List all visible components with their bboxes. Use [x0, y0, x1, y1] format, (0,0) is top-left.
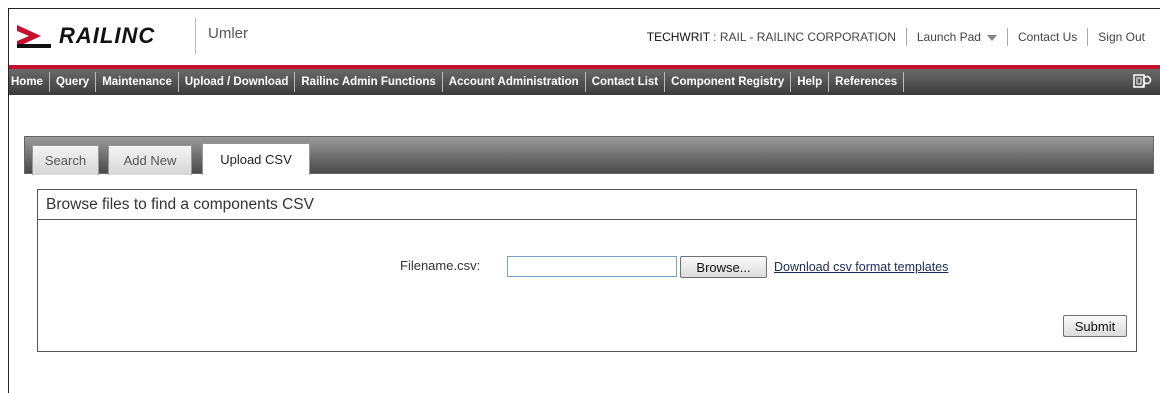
user-info: TECHWRIT : RAIL - RAILINC CORPORATION: [647, 30, 896, 44]
railinc-logo-icon: [17, 25, 51, 48]
tab-search[interactable]: Search: [32, 145, 99, 175]
header-separator: [905, 28, 907, 46]
nav-component-registry[interactable]: Component Registry: [665, 72, 792, 92]
nav-references[interactable]: References: [829, 72, 905, 92]
page-frame: RAILINC Umler TECHWRIT : RAIL - RAILINC …: [8, 8, 1160, 393]
app-name: Umler: [208, 25, 248, 42]
launch-pad-label: Launch Pad: [916, 30, 981, 44]
nav-help[interactable]: Help: [791, 72, 830, 92]
nav-maintenance[interactable]: Maintenance: [96, 72, 179, 92]
sign-out-link[interactable]: Sign Out: [1098, 30, 1145, 44]
tab-upload-csv[interactable]: Upload CSV: [202, 143, 310, 175]
nav-query[interactable]: Query: [50, 72, 97, 92]
nav-account-administration[interactable]: Account Administration: [443, 72, 586, 92]
header-separator: [1006, 28, 1008, 46]
contact-us-link[interactable]: Contact Us: [1018, 30, 1077, 44]
user-id: TECHWRIT: [646, 30, 710, 44]
caret-down-icon: [986, 34, 997, 41]
launch-pad-menu[interactable]: Launch Pad: [917, 30, 997, 44]
main-nav: Home Query Maintenance Upload / Download…: [9, 65, 1160, 95]
app-header: RAILINC Umler TECHWRIT : RAIL - RAILINC …: [9, 9, 1160, 65]
window-search-icon[interactable]: [1133, 73, 1153, 91]
tab-add-new[interactable]: Add New: [108, 145, 192, 175]
panel-title: Browse files to find a components CSV: [38, 190, 1136, 220]
header-user-links: TECHWRIT : RAIL - RAILINC CORPORATION La…: [647, 28, 1145, 46]
nav-home[interactable]: Home: [9, 72, 50, 92]
tab-bar: Search Add New Upload CSV: [24, 136, 1154, 175]
filename-input[interactable]: [507, 256, 677, 277]
logo-text: RAILINC: [59, 23, 156, 48]
nav-railinc-admin-functions[interactable]: Railinc Admin Functions: [295, 72, 443, 92]
railinc-logo[interactable]: RAILINC: [15, 23, 155, 49]
upload-panel: Browse files to find a components CSV Fi…: [37, 189, 1137, 352]
filename-label: Filename.csv:: [400, 258, 481, 273]
download-templates-link[interactable]: Download csv format templates: [774, 260, 948, 274]
nav-upload-download[interactable]: Upload / Download: [179, 72, 296, 92]
submit-button[interactable]: Submit: [1063, 315, 1127, 337]
header-separator: [1087, 28, 1089, 46]
user-org: : RAIL - RAILINC CORPORATION: [709, 30, 896, 44]
browse-button[interactable]: Browse...: [680, 256, 767, 278]
nav-contact-list[interactable]: Contact List: [586, 72, 666, 92]
logo-divider: [195, 18, 196, 54]
